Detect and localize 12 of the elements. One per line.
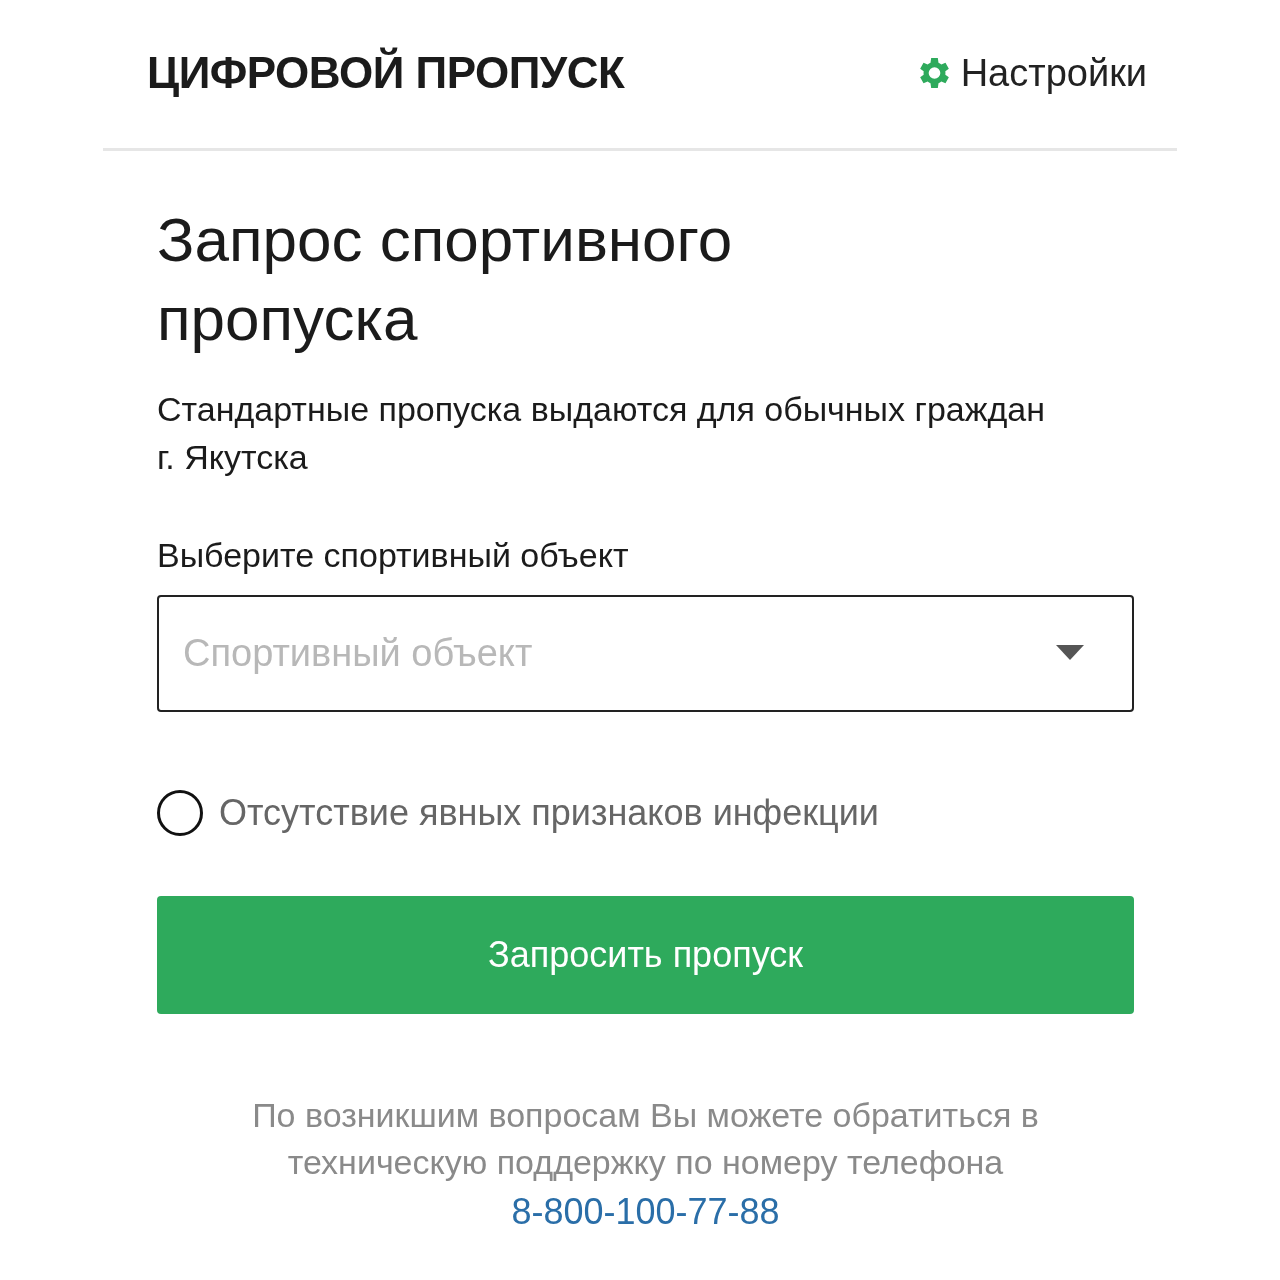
settings-button[interactable]: Настройки: [912, 44, 1147, 102]
radio-button[interactable]: [157, 789, 203, 836]
support-text: По возникшим вопросам Вы можете обратиться в техническую поддержку по номеру телефона: [252, 1095, 1039, 1182]
description-text: Стандартные пропуска выдаются для обычных граждан г. Якутска: [157, 389, 1046, 479]
radio-label[interactable]: Отсутствие явных признаков инфекции: [219, 785, 879, 840]
submit-button[interactable]: Запросить пропуск: [157, 895, 1134, 1014]
field-label: Выберите спортивный объект: [157, 535, 629, 574]
placeholder-text: Спортивный объект: [183, 630, 534, 676]
app-title: ЦИФРОВОЙ ПРОПУСК: [147, 46, 625, 99]
caret-icon: [1056, 645, 1084, 662]
phone-link[interactable]: 8-800-100-77-88: [511, 1190, 780, 1232]
page-heading: Запрос спортивного пропуска: [157, 204, 734, 355]
